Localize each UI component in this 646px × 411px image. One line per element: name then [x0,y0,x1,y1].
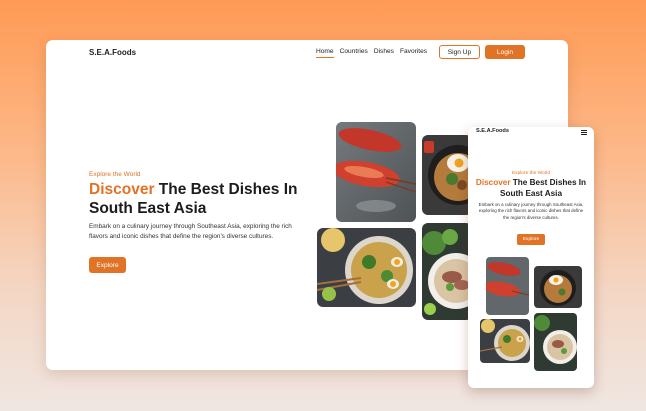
navbar: S.E.A.Foods Home Countries Dishes Favori… [46,40,568,66]
hero-title: Discover The Best Dishes In South East A… [89,180,309,218]
mobile-noodle-soup-image [480,319,530,363]
nav-links: Home Countries Dishes Favorites [316,48,427,58]
mobile-explore-button[interactable]: Explore [517,234,545,245]
mobile-site-logo[interactable]: S.E.A.Foods [476,128,509,134]
nav-link-dishes[interactable]: Dishes [374,48,394,58]
mobile-grilled-lobster-image [486,257,529,315]
hero-title-accent: Discover [89,181,155,198]
hero-description: Embark on a culinary journey through Sou… [89,223,292,240]
mobile-mockup: S.E.A.Foods Explore the World Discover T… [468,127,594,388]
pho-bowl-image [422,223,472,320]
nav-link-home[interactable]: Home [316,48,334,58]
hamburger-menu-icon[interactable] [581,130,587,135]
hero-kicker: Explore the World [89,171,141,178]
site-logo[interactable]: S.E.A.Foods [89,48,136,57]
login-button[interactable]: Login [485,45,525,59]
mobile-hero-description: Embark on a culinary journey through Sou… [478,202,584,220]
mobile-pho-bowl-image [534,313,577,371]
mobile-hero-title-accent: Discover [475,178,511,187]
explore-button[interactable]: Explore [89,257,126,273]
grilled-lobster-image [336,122,416,222]
fried-egg-pan-image [422,135,472,215]
mobile-hero-title: Discover The Best Dishes In South East A… [474,178,588,199]
mobile-hero-kicker: Explore the World [511,171,551,176]
mobile-fried-egg-pan-image [534,266,582,308]
signup-button[interactable]: Sign Up [439,45,480,59]
nav-link-countries[interactable]: Countries [340,48,368,58]
nav-link-favorites[interactable]: Favorites [400,48,427,58]
mobile-hero-title-rest: The Best Dishes In South East Asia [499,178,587,198]
noodle-soup-image [317,228,416,307]
